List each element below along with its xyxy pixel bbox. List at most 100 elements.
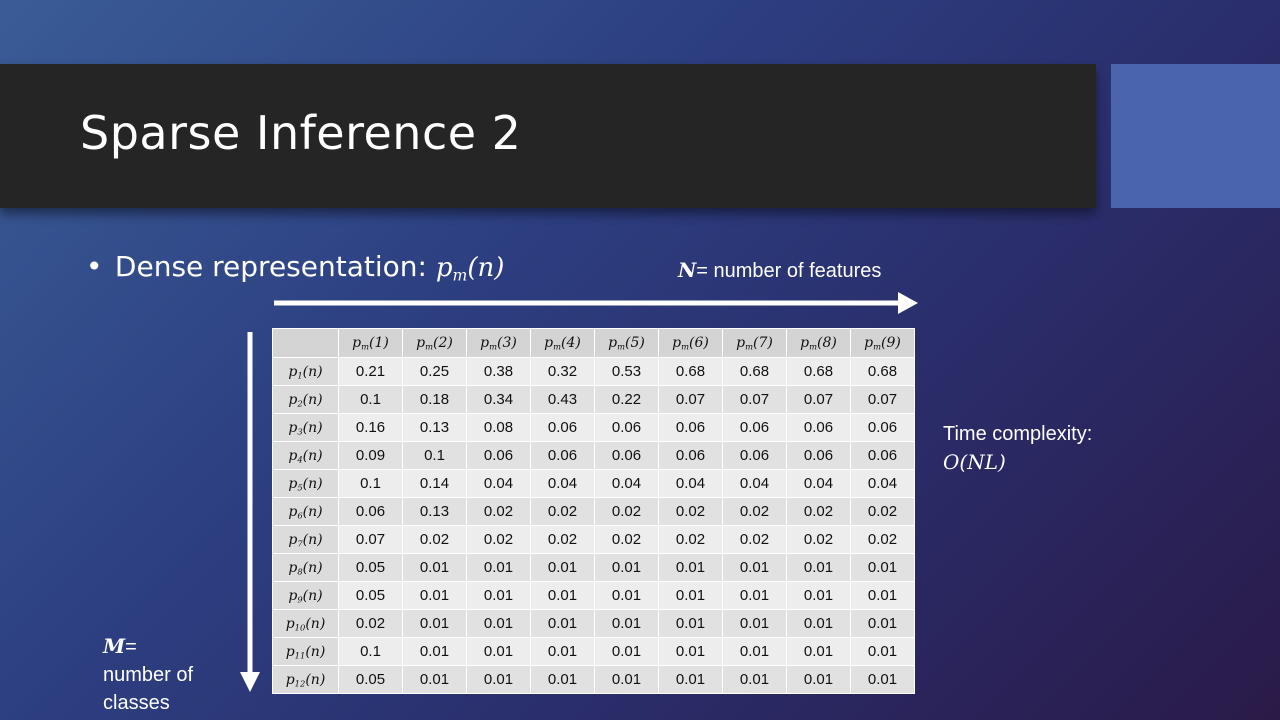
table-cell: 0.01 <box>658 609 723 638</box>
table-cell: 0.01 <box>786 553 851 582</box>
table-cell: 0.68 <box>658 357 723 386</box>
table-cell: 0.01 <box>786 637 851 666</box>
table-cell: 0.02 <box>658 525 723 554</box>
table-cell: 0.01 <box>850 637 915 666</box>
bullet-math: pm(n) <box>435 253 505 285</box>
table-cell: 0.09 <box>338 441 403 470</box>
table-row: p9(n) 0.05 0.01 0.01 0.01 0.01 0.01 0.01 0.01 0.0… <box>272 581 915 610</box>
table-cell: 0.06 <box>338 497 403 526</box>
table-cell: 0.01 <box>850 609 915 638</box>
bullet-dot-icon: • <box>86 250 103 283</box>
time-complexity-label: Time complexity: O(NL) <box>943 420 1092 476</box>
table-cell: 0.01 <box>402 637 467 666</box>
row-header: p1(n) <box>272 357 339 386</box>
table-cell: 0.01 <box>402 665 467 694</box>
table-cell: 0.01 <box>850 665 915 694</box>
table-cell: 0.06 <box>722 441 787 470</box>
table-row: p10(n) 0.02 0.01 0.01 0.01 0.01 0.01 0.01 0.01 0.… <box>272 609 915 638</box>
table-cell: 0.01 <box>530 581 595 610</box>
table-cell: 0.43 <box>530 385 595 414</box>
table-cell: 0.06 <box>786 441 851 470</box>
table-cell: 0.01 <box>658 665 723 694</box>
table-cell: 0.02 <box>594 525 659 554</box>
column-header-math: pm(3) <box>480 335 517 352</box>
table-cell: 0.1 <box>402 441 467 470</box>
row-header-math: p5(n) <box>288 475 323 493</box>
table-cell: 0.68 <box>850 357 915 386</box>
row-header: p3(n) <box>272 413 339 442</box>
table-cell: 0.01 <box>402 609 467 638</box>
table-cell: 0.53 <box>594 357 659 386</box>
time-complexity-math: O(NL) <box>943 450 1006 474</box>
probability-table: pm(1) pm(2) pm(3) pm(4) pm(5) pm(6) pm(7) pm(8)… <box>272 328 915 694</box>
column-header: pm(7) <box>722 328 787 358</box>
table-cell: 0.01 <box>466 553 531 582</box>
table-cell: 0.02 <box>850 525 915 554</box>
row-header: p5(n) <box>272 469 339 498</box>
row-header-math: p9(n) <box>288 587 323 605</box>
table-row: p3(n) 0.16 0.13 0.08 0.06 0.06 0.06 0.06 0.06 0.0… <box>272 413 915 442</box>
table-cell: 0.02 <box>466 525 531 554</box>
table-cell: 0.06 <box>722 413 787 442</box>
table-cell: 0.07 <box>658 385 723 414</box>
column-header-math: pm(6) <box>672 335 709 352</box>
table-cell: 0.01 <box>466 609 531 638</box>
table-cell: 0.14 <box>402 469 467 498</box>
table-cell: 0.01 <box>466 581 531 610</box>
row-header: p10(n) <box>272 609 339 638</box>
column-header: pm(6) <box>658 328 723 358</box>
table-cell: 0.02 <box>786 497 851 526</box>
table-row: p8(n) 0.05 0.01 0.01 0.01 0.01 0.01 0.01 0.01 0.0… <box>272 553 915 582</box>
table-cell: 0.01 <box>658 553 723 582</box>
table-cell: 0.1 <box>338 385 403 414</box>
table-cell: 0.04 <box>466 469 531 498</box>
row-header-math: p7(n) <box>288 531 323 549</box>
row-header-math: p11(n) <box>285 643 326 661</box>
table-cell: 0.01 <box>850 553 915 582</box>
features-arrow-icon <box>274 292 918 314</box>
row-header: p11(n) <box>272 637 339 666</box>
slide-title: Sparse Inference 2 <box>80 106 522 160</box>
row-header-math: p4(n) <box>288 447 323 465</box>
time-complexity-text: Time complexity: <box>943 423 1093 445</box>
table-cell: 0.13 <box>402 413 467 442</box>
table-cell: 0.06 <box>530 441 595 470</box>
column-header: pm(5) <box>594 328 659 358</box>
table-cell: 0.01 <box>594 665 659 694</box>
column-header: pm(2) <box>402 328 467 358</box>
table-cell: 0.01 <box>722 609 787 638</box>
column-header-math: pm(9) <box>864 335 901 352</box>
n-symbol: N <box>678 258 697 282</box>
table-cell: 0.16 <box>338 413 403 442</box>
row-header-math: p8(n) <box>288 559 323 577</box>
column-header: pm(3) <box>466 328 531 358</box>
table-body: pm(1) pm(2) pm(3) pm(4) pm(5) pm(6) pm(7) pm(8)… <box>272 328 915 694</box>
table-cell: 0.07 <box>722 385 787 414</box>
table-cell: 0.06 <box>850 441 915 470</box>
table-cell: 0.18 <box>402 385 467 414</box>
table-cell: 0.32 <box>530 357 595 386</box>
table-cell: 0.01 <box>594 581 659 610</box>
table-cell: 0.01 <box>530 609 595 638</box>
table-row: p4(n) 0.09 0.1 0.06 0.06 0.06 0.06 0.06 0.06 0.06 <box>272 441 915 470</box>
row-header-math: p1(n) <box>288 363 323 381</box>
table-cell: 0.05 <box>338 665 403 694</box>
n-text: = number of features <box>696 260 882 282</box>
table-cell: 0.07 <box>850 385 915 414</box>
table-cell: 0.02 <box>338 609 403 638</box>
table-cell: 0.01 <box>402 581 467 610</box>
table-row: p11(n) 0.1 0.01 0.01 0.01 0.01 0.01 0.01 0.01 0.0… <box>272 637 915 666</box>
table-cell: 0.01 <box>658 581 723 610</box>
table-header-row: pm(1) pm(2) pm(3) pm(4) pm(5) pm(6) pm(7) pm(8)… <box>272 328 915 358</box>
table-cell: 0.02 <box>530 525 595 554</box>
table-cell: 0.25 <box>402 357 467 386</box>
table-cell: 0.04 <box>594 469 659 498</box>
column-header: pm(4) <box>530 328 595 358</box>
row-header: p12(n) <box>272 665 339 694</box>
n-features-label: N= number of features <box>678 258 881 283</box>
m-equals: = <box>125 636 137 658</box>
table-cell: 0.04 <box>658 469 723 498</box>
table-row: p5(n) 0.1 0.14 0.04 0.04 0.04 0.04 0.04 0.04 0.04 <box>272 469 915 498</box>
column-header-math: pm(4) <box>544 335 581 352</box>
table-row: p6(n) 0.06 0.13 0.02 0.02 0.02 0.02 0.02 0.02 0.0… <box>272 497 915 526</box>
